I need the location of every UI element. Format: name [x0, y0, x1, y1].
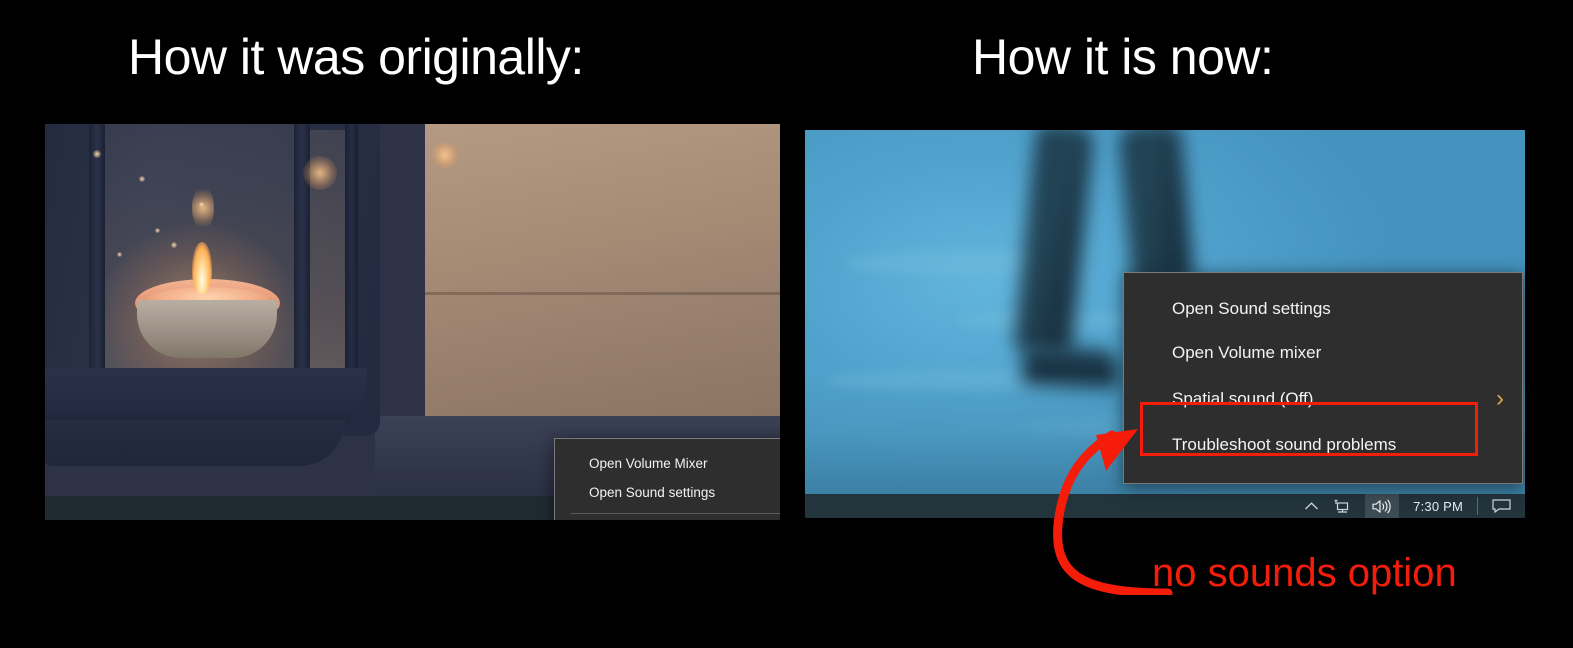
tray-divider [1477, 497, 1478, 515]
meme-canvas: How it was originally: How it is now: Op… [0, 0, 1573, 648]
candle-cup [137, 300, 277, 358]
sparkle-1 [93, 150, 101, 158]
heading-now: How it is now: [972, 29, 1274, 85]
menu-item-label: Spatial sound (Off) [1172, 389, 1314, 408]
bokeh-light-2 [192, 186, 214, 230]
candle-flame [192, 242, 212, 294]
menu-item-open-sound-settings[interactable]: Open Sound settings [1124, 287, 1522, 331]
lantern-post-right [345, 124, 358, 372]
menu-item-label: Troubleshoot sound problems [1172, 435, 1397, 454]
menu-item-troubleshoot-sound-problems[interactable]: Troubleshoot sound problems [1124, 423, 1522, 467]
menu-item-label: Open Sound settings [589, 485, 716, 500]
sparkle-6 [199, 202, 204, 207]
chevron-up-icon[interactable] [1304, 501, 1319, 512]
left-volume-context-menu[interactable]: Open Volume Mixer Open Sound settings Sp… [554, 438, 780, 520]
network-icon[interactable] [1333, 499, 1351, 514]
annotation-label: no sounds option [1152, 551, 1457, 595]
volume-icon[interactable] [1365, 494, 1400, 518]
menu-item-open-sound-settings[interactable]: Open Sound settings [555, 478, 780, 507]
lantern-post-left [89, 124, 105, 386]
left-screenshot-panel: 1/07/2019 Open Volume Mixer Open Sound s… [45, 124, 780, 520]
sparkle-3 [155, 228, 160, 233]
right-volume-context-menu[interactable]: Open Sound settings Open Volume mixer Sp… [1123, 272, 1523, 484]
wall-surface [425, 124, 780, 424]
menu-item-open-volume-mixer[interactable]: Open Volume Mixer [555, 449, 780, 478]
lantern-graphic [45, 124, 425, 496]
chevron-right-icon: › [1496, 385, 1504, 412]
right-taskbar-clock[interactable]: 7:30 PM [1413, 499, 1463, 514]
right-taskbar: 7:30 PM [805, 494, 1525, 518]
menu-item-spatial-sound[interactable]: Spatial sound (Off) › [1124, 375, 1522, 423]
menu-item-open-volume-mixer[interactable]: Open Volume mixer [1124, 331, 1522, 375]
sparkle-4 [171, 242, 177, 248]
right-system-tray: 7:30 PM [1304, 494, 1525, 518]
menu-item-label: Open Volume Mixer [589, 456, 708, 471]
lantern-base-lower [45, 420, 345, 466]
sparkle-5 [117, 252, 122, 257]
figure-leg-right [1118, 130, 1194, 287]
menu-separator [571, 513, 780, 514]
bokeh-light-3 [432, 142, 458, 168]
menu-item-label: Open Sound settings [1172, 299, 1331, 318]
bokeh-light-1 [303, 156, 337, 190]
sparkle-2 [139, 176, 145, 182]
action-center-icon[interactable] [1492, 499, 1511, 513]
heading-original: How it was originally: [128, 29, 584, 85]
menu-item-label: Open Volume mixer [1172, 343, 1322, 362]
right-screenshot-panel: 7:30 PM Open Sound settings Open Volume … [805, 130, 1525, 518]
